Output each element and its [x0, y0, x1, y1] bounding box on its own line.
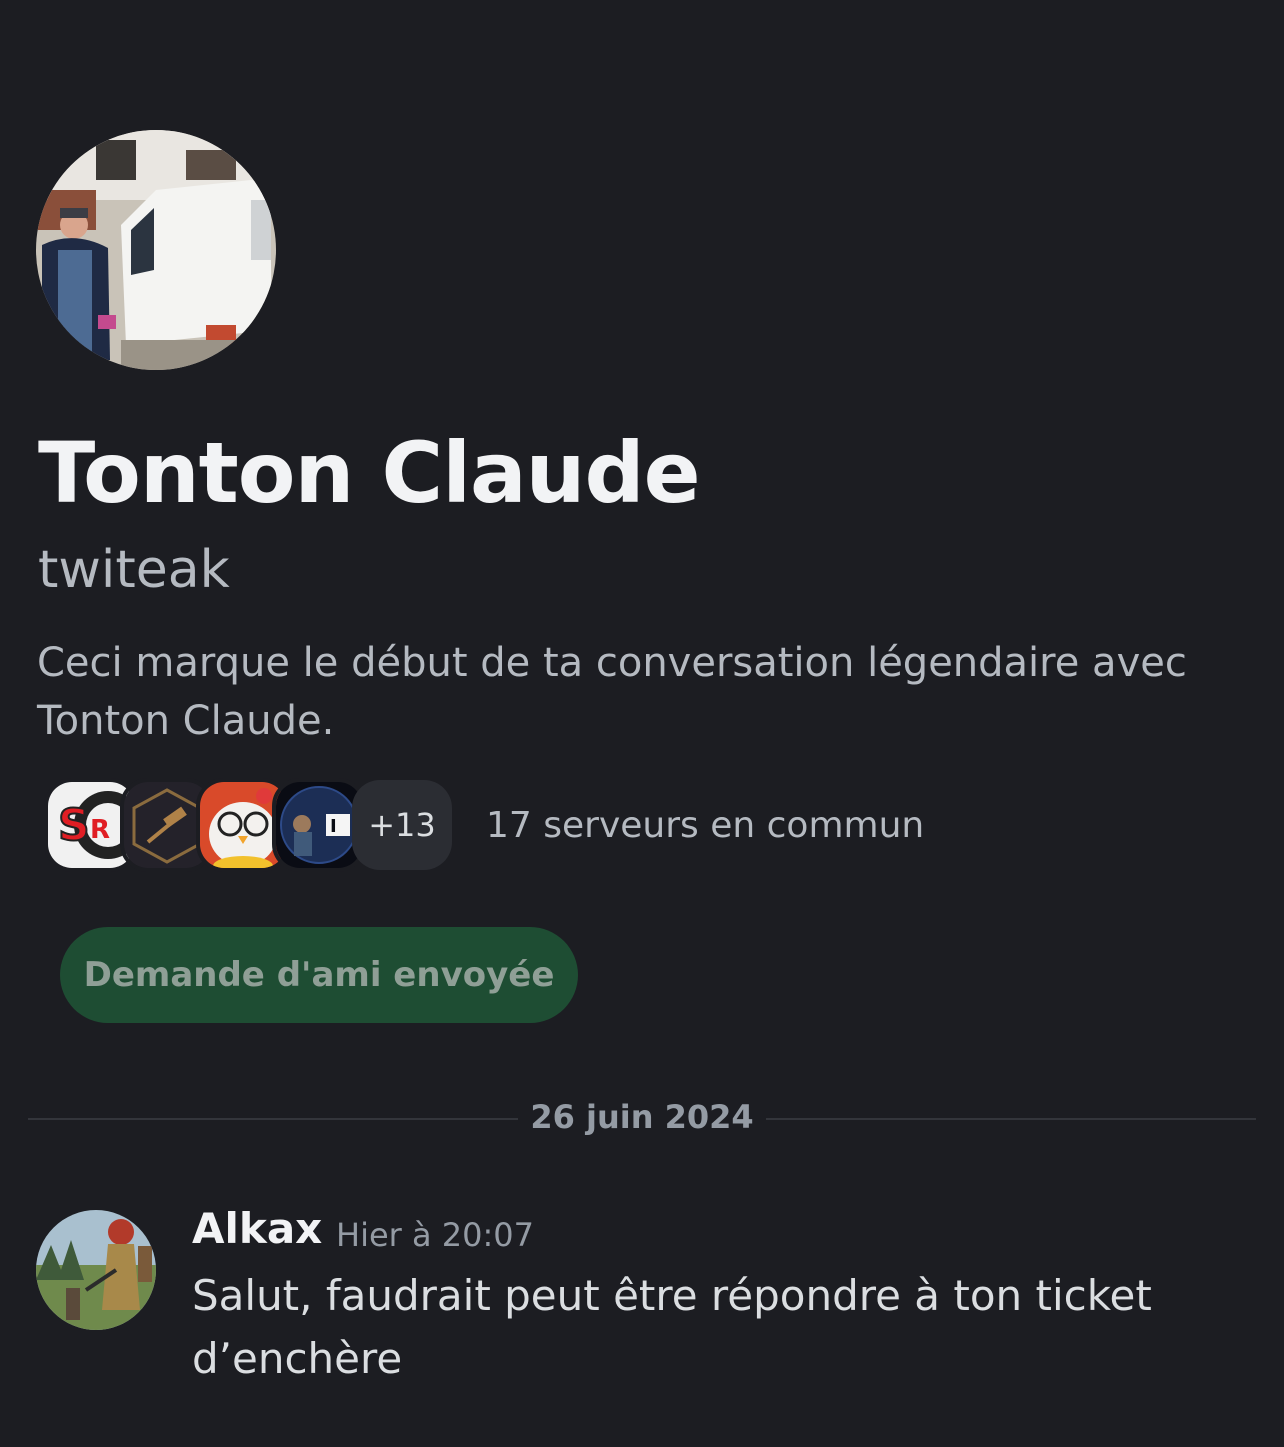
conversation-intro: Ceci marque le début de ta conversation …	[37, 640, 1187, 744]
svg-text:S: S	[58, 800, 90, 851]
friend-request-sent-button[interactable]: Demande d'ami envoyée	[60, 927, 578, 1023]
profile-username: twiteak	[38, 540, 230, 600]
divider-line-right	[766, 1118, 1256, 1120]
message-timestamp: Hier à 20:07	[336, 1216, 534, 1254]
message-author-avatar[interactable]	[36, 1210, 156, 1330]
message-author-name[interactable]: Alkax	[192, 1204, 322, 1253]
mutual-servers[interactable]: S R I +13 17 serveurs en commun	[44, 778, 924, 872]
dm-page: Tonton Claude twiteak Ceci marque le déb…	[0, 0, 1284, 1447]
svg-text:I: I	[330, 816, 337, 837]
date-divider: 26 juin 2024	[530, 1098, 754, 1136]
profile-avatar[interactable]	[36, 130, 276, 370]
more-servers-count[interactable]: +13	[352, 780, 452, 870]
divider-line-left	[28, 1118, 518, 1120]
profile-display-name: Tonton Claude	[38, 424, 701, 522]
svg-text:R: R	[90, 815, 110, 845]
mutual-servers-label[interactable]: 17 serveurs en commun	[486, 805, 924, 846]
message-content[interactable]: Salut, faudrait peut être répondre à ton…	[192, 1264, 1232, 1390]
